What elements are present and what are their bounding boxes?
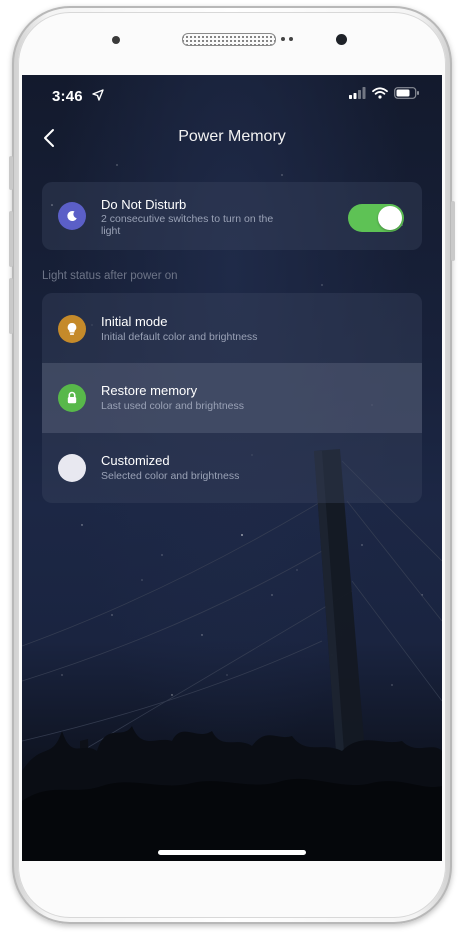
moon-icon bbox=[58, 202, 86, 230]
status-time: 3:46 bbox=[52, 88, 83, 105]
lightbulb-icon bbox=[58, 315, 86, 343]
lock-icon bbox=[58, 384, 86, 412]
do-not-disturb-row: Do Not Disturb 2 consecutive switches to… bbox=[42, 182, 422, 250]
option-title: Restore memory bbox=[101, 383, 198, 398]
option-initial-mode[interactable]: Initial mode Initial default color and b… bbox=[42, 293, 422, 363]
do-not-disturb-subtitle-line2: light bbox=[101, 225, 121, 237]
volume-up-button bbox=[9, 211, 13, 267]
do-not-disturb-subtitle-line1: 2 consecutive switches to turn on the bbox=[101, 213, 274, 225]
earpiece-speaker bbox=[182, 33, 276, 46]
status-icons bbox=[349, 87, 420, 99]
location-arrow-icon bbox=[92, 89, 104, 101]
circle-icon bbox=[58, 454, 86, 482]
power-button bbox=[451, 201, 455, 261]
option-subtitle: Initial default color and brightness bbox=[101, 331, 258, 343]
volume-down-button bbox=[9, 278, 13, 334]
option-subtitle: Last used color and brightness bbox=[101, 400, 245, 412]
sensor-dot bbox=[289, 37, 293, 41]
navigation-bar: Power Memory bbox=[22, 115, 442, 159]
option-title: Initial mode bbox=[101, 314, 168, 329]
option-restore-memory[interactable]: Restore memory Last used color and brigh… bbox=[42, 363, 422, 433]
app-screen: 3:46 Power Memory Do Not Disturb 2 conse… bbox=[22, 75, 442, 861]
page-title: Power Memory bbox=[178, 128, 286, 145]
night-scenery bbox=[22, 449, 442, 861]
proximity-sensor bbox=[112, 36, 120, 44]
option-title: Customized bbox=[101, 453, 170, 468]
do-not-disturb-card: Do Not Disturb 2 consecutive switches to… bbox=[42, 182, 422, 250]
power-on-options-card: Initial mode Initial default color and b… bbox=[42, 293, 422, 503]
do-not-disturb-toggle[interactable] bbox=[348, 204, 404, 232]
battery-icon bbox=[394, 87, 419, 99]
wifi-icon bbox=[372, 87, 388, 99]
home-indicator[interactable] bbox=[158, 850, 306, 855]
option-subtitle: Selected color and brightness bbox=[101, 470, 240, 482]
toggle-knob bbox=[378, 206, 402, 230]
do-not-disturb-title: Do Not Disturb bbox=[101, 197, 187, 212]
front-camera bbox=[336, 34, 347, 45]
section-label: Light status after power on bbox=[42, 270, 178, 282]
status-bar: 3:46 bbox=[22, 75, 442, 115]
mute-switch bbox=[9, 156, 13, 190]
option-customized[interactable]: Customized Selected color and brightness bbox=[42, 433, 422, 503]
sensor-dot bbox=[281, 37, 285, 41]
signal-icon bbox=[349, 87, 366, 99]
